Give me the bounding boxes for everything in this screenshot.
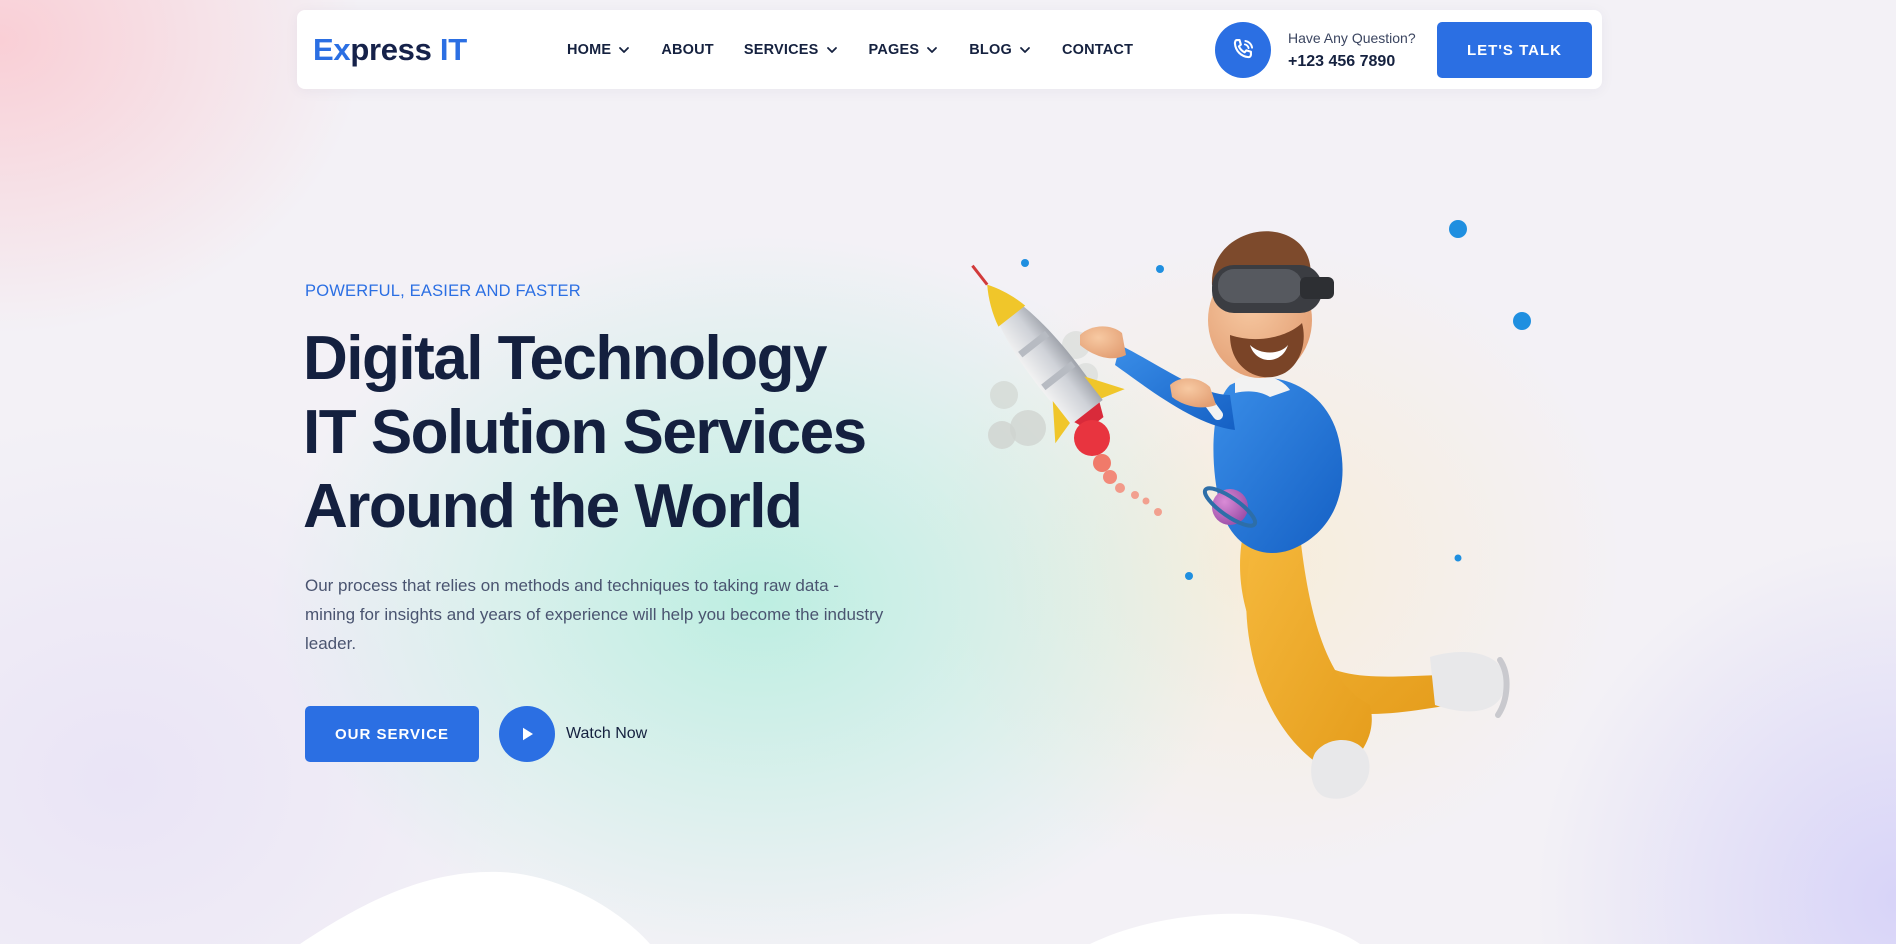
main-nav: HOME ABOUT SERVICES PAGES BLOG CONTACT	[567, 10, 1163, 89]
nav-item-pages[interactable]: PAGES	[869, 42, 940, 58]
watch-now-link[interactable]: Watch Now	[566, 725, 647, 743]
vr-man-rocket-illustration	[971, 220, 1531, 799]
site-logo[interactable]: Express IT	[313, 32, 467, 68]
nav-item-contact[interactable]: CONTACT	[1062, 42, 1133, 58]
chevron-down-icon	[1020, 46, 1030, 53]
contact-question-label: Have Any Question?	[1288, 30, 1416, 46]
lets-talk-button[interactable]: LET'S TALK	[1437, 22, 1592, 78]
contact-phone-number[interactable]: +123 456 7890	[1288, 53, 1395, 71]
play-video-button[interactable]	[499, 706, 555, 762]
decorative-wave	[300, 871, 1360, 944]
chevron-down-icon	[619, 46, 630, 53]
hero-eyebrow: POWERFUL, EASIER AND FASTER	[305, 282, 581, 300]
hero-title: Digital Technology IT Solution Services …	[303, 322, 923, 544]
play-icon	[523, 727, 533, 741]
phone-call-icon[interactable]	[1215, 22, 1271, 78]
hero-title-line: Around the World	[303, 472, 803, 541]
nav-item-about[interactable]: ABOUT	[661, 42, 714, 58]
chevron-down-icon	[826, 46, 837, 53]
nav-item-services[interactable]: SERVICES	[744, 42, 839, 58]
hero-title-line: Digital Technology	[303, 324, 827, 393]
chevron-down-icon	[927, 46, 938, 53]
nav-item-blog[interactable]: BLOG	[969, 42, 1032, 58]
hero-title-line: IT Solution Services	[303, 398, 867, 467]
nav-item-home[interactable]: HOME	[567, 42, 631, 58]
hero-description: Our process that relies on methods and t…	[305, 576, 884, 653]
our-service-button[interactable]: OUR SERVICE	[305, 706, 479, 762]
site-header: Express IT HOME ABOUT SERVICES PAGES BLO…	[297, 10, 1602, 89]
